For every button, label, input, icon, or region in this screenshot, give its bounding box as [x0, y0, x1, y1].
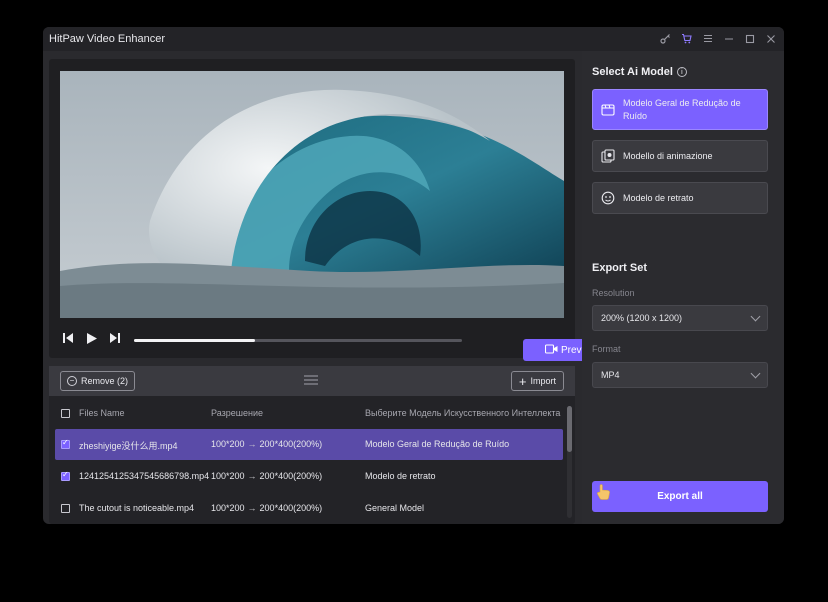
file-name: 1241254125347545686798.mp4	[79, 471, 210, 481]
row-checkbox[interactable]	[61, 470, 70, 481]
remove-button[interactable]: − Remove (2)	[60, 371, 136, 391]
table-row[interactable]: 1241254125347545686798.mp4 100*200→200*4…	[55, 461, 563, 492]
format-select[interactable]: MP4	[592, 362, 768, 388]
export-set-title: Export Set	[592, 262, 648, 274]
progress-bar[interactable]	[134, 339, 462, 342]
animation-icon	[601, 149, 615, 163]
file-list-scrollbar[interactable]	[567, 406, 572, 518]
arrow-right-icon: →	[247, 503, 257, 513]
close-icon[interactable]	[763, 31, 778, 46]
maximize-icon[interactable]	[742, 31, 757, 46]
resolution-label: Resolution	[592, 288, 635, 298]
file-model: Modelo de retrato	[365, 471, 436, 481]
portrait-icon	[601, 191, 615, 205]
select-model-title: Select Ai Model i	[592, 66, 687, 78]
workspace: Prev − Remove (2) + Import Files Name Ра…	[49, 59, 583, 524]
column-header-name: Files Name	[79, 408, 125, 418]
file-list-header: Files Name Разрешение Выберите Модель Ис…	[49, 404, 565, 422]
file-resolution: 100*200 → 200*400(200%)	[211, 471, 323, 481]
file-model: Modelo Geral de Redução de Ruído	[365, 439, 510, 449]
app-window: HitPaw Video Enhancer Prev − Remove (2) …	[43, 27, 784, 524]
info-icon[interactable]: i	[676, 67, 687, 77]
film-icon	[601, 103, 615, 117]
model-option-portrait[interactable]: Modelo de retrato	[592, 182, 768, 214]
key-icon[interactable]	[658, 31, 673, 46]
menu-icon[interactable]	[700, 31, 715, 46]
format-label: Format	[592, 344, 621, 354]
app-title: HitPaw Video Enhancer	[49, 33, 165, 45]
resolution-select[interactable]: 200% (1200 x 1200)	[592, 305, 768, 331]
model-label: Modelo de retrato	[623, 193, 694, 203]
table-row[interactable]: zheshiyige没什么用.mp4 100*200→200*400(200%)…	[55, 429, 563, 460]
file-name: The cutout is noticeable.mp4	[79, 503, 195, 513]
model-label: Modello di animazione	[623, 151, 713, 161]
preview-button[interactable]: Prev	[523, 339, 583, 361]
resolution-value: 200% (1200 x 1200)	[601, 313, 683, 323]
row-checkbox[interactable]	[61, 504, 70, 513]
format-value: MP4	[601, 370, 620, 380]
select-all-checkbox[interactable]	[61, 409, 70, 418]
chevron-down-icon	[750, 311, 761, 322]
file-name: zheshiyige没什么用.mp4	[79, 441, 178, 451]
video-camera-icon	[544, 344, 558, 357]
remove-label: Remove (2)	[81, 376, 129, 386]
file-resolution: 100*200 → 200*400(200%)	[211, 503, 323, 513]
settings-sidebar: Select Ai Model i Modelo Geral de Redução…	[582, 51, 784, 524]
previous-frame-icon[interactable]	[62, 332, 74, 347]
minimize-icon[interactable]	[721, 31, 736, 46]
window-controls	[658, 31, 778, 46]
plus-icon: +	[518, 373, 527, 389]
hand-icon	[596, 483, 612, 504]
table-row[interactable]: The cutout is noticeable.mp4 100*200 → 200…	[55, 493, 563, 524]
playback-controls	[60, 329, 564, 353]
chevron-down-icon	[750, 368, 761, 379]
video-player	[49, 59, 575, 358]
import-button[interactable]: + Import	[510, 371, 564, 391]
play-icon[interactable]	[85, 332, 98, 348]
export-all-label: Export all	[657, 491, 703, 502]
file-toolbar: − Remove (2) + Import	[49, 366, 575, 396]
column-header-model: Выберите Модель Искусственного Интеллект…	[365, 408, 561, 418]
import-label: Import	[530, 376, 556, 386]
collapse-panel-icon[interactable]	[304, 375, 318, 387]
wave-image	[60, 71, 564, 318]
model-option-animation[interactable]: Modello di animazione	[592, 140, 768, 172]
scrollbar-thumb[interactable]	[567, 406, 572, 452]
file-model: General Model	[365, 503, 425, 513]
file-list-panel: − Remove (2) + Import Files Name Разреше…	[49, 366, 575, 524]
arrow-right-icon: →	[247, 471, 257, 481]
minus-circle-icon: −	[67, 376, 77, 386]
row-checkbox[interactable]	[61, 438, 70, 449]
export-all-button[interactable]: Export all	[592, 481, 768, 512]
next-frame-icon[interactable]	[109, 332, 121, 347]
preview-label: Prev	[561, 344, 582, 356]
model-label: Modelo Geral de Redução de Ruído	[623, 97, 741, 121]
column-header-resolution: Разрешение	[211, 408, 263, 418]
video-preview-frame[interactable]	[60, 71, 564, 318]
title-bar: HitPaw Video Enhancer	[43, 27, 784, 51]
model-option-noise-reduction[interactable]: Modelo Geral de Redução de Ruído	[592, 89, 768, 130]
arrow-right-icon: →	[247, 439, 257, 449]
cart-icon[interactable]	[679, 31, 694, 46]
progress-fill	[134, 339, 256, 342]
file-resolution: 100*200 → 200*400(200%)	[211, 439, 323, 449]
